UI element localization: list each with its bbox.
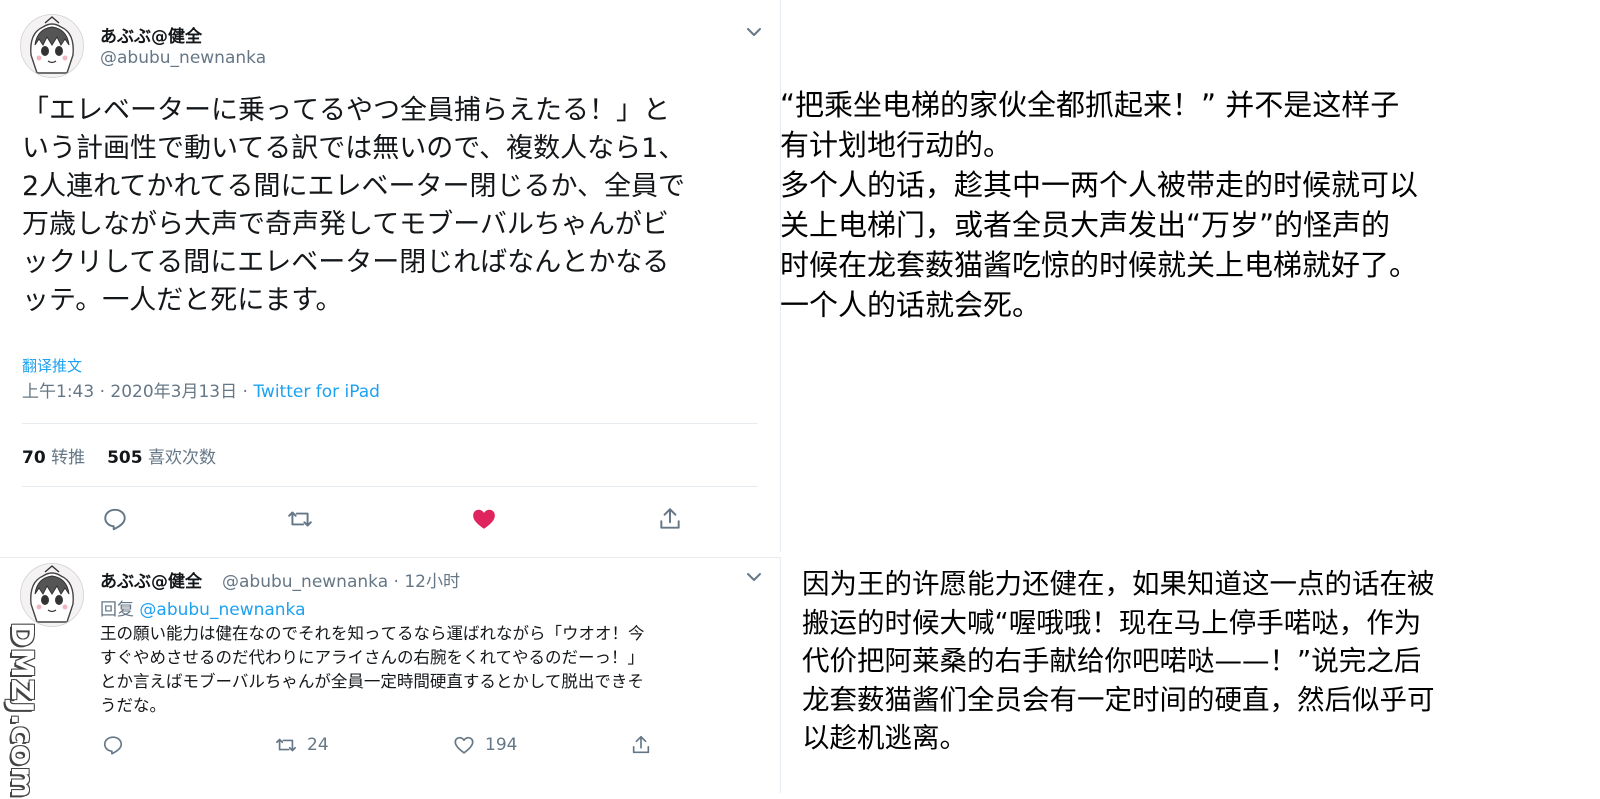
translation-block-2: 因为王的许愿能力还健在，如果知道这一点的话在被 搬运的时候大喊“喔哦哦！现在马上… [802,565,1582,758]
meta-separator: · [99,382,105,402]
reply-text-line: うだな。 [100,696,166,715]
heart-icon [454,736,474,754]
share-icon [632,735,650,754]
translation-line: 以趁机逃离。 [802,722,967,754]
avatar[interactable] [20,14,84,78]
reply-author-name[interactable]: あぶぶ@健全 [100,567,202,592]
translation-line: 代价把阿莱桑的右手献给你吧喏哒——！”说完之后 [802,645,1422,677]
meta-separator: · [393,572,399,592]
retweets-stat[interactable]: 70 转推 [22,448,85,468]
translation-line: 有计划地行动的。 [780,128,1013,162]
reply-share-button[interactable] [630,733,662,757]
heart-icon[interactable] [471,506,497,532]
translation-line: “把乘坐电梯的家伙全都抓起来！” 并不是这样子 [780,88,1400,122]
translation-line: 关上电梯门，或者全员大声发出“万岁”的怪声的 [780,208,1391,242]
divider [22,423,758,424]
tweet-meta: 上午1:43 · 2020年3月13日 · Twitter for iPad [22,377,380,402]
reply-text-line: とか言えばモブーバルちゃんが全員一定時間硬直するとかして脱出できそ [100,672,644,691]
watermark-text: DMZJ.com [4,622,39,799]
author-handle[interactable]: @abubu_newnanka [100,48,266,68]
retweet-icon[interactable] [287,506,313,532]
chevron-down-icon[interactable] [744,567,764,587]
tweet-text-line: 万歳しながら大声で奇声発してモブーバルちゃんがビ [22,209,669,240]
translation-line: 多个人的话，趁其中一两个人被带走的时候就可以 [780,168,1419,202]
meta-separator: · [242,382,248,402]
translation-block-1: “把乘坐电梯的家伙全都抓起来！” 并不是这样子 有计划地行动的。 多个人的话，趁… [780,85,1580,325]
translation-line: 时候在龙套薮猫酱吃惊的时候就关上电梯就好了。 [780,248,1419,282]
translate-tweet-link[interactable]: 翻译推文 [22,355,82,376]
tweet-text-line: 2人連れてかれてる間にエレベーター閉じるか、全員で [22,171,686,202]
tweet-text-line: ックリしてる間にエレベーター閉じればなんとかなる [22,247,670,278]
tweet-source[interactable]: Twitter for iPad [253,382,380,402]
main-tweet: あぶぶ@健全 @abubu_newnanka 「エレベーターに乗ってるやつ全員捕… [0,0,781,552]
tweet-date[interactable]: 2020年3月13日 [110,382,237,402]
translation-line: 因为王的许愿能力还健在，如果知道这一点的话在被 [802,568,1435,600]
tweet-time[interactable]: 上午1:43 [22,382,94,402]
reply-like-button[interactable]: 194 [453,733,517,757]
replying-to-mention[interactable]: @abubu_newnanka [139,600,305,620]
retweets-label: 转推 [51,448,86,468]
tweet-text-line: ッテ。一人だと死にます。 [22,285,343,316]
tweet-stats: 70 转推 505 喜欢次数 [22,443,216,468]
divider [22,486,758,487]
translation-line: 一个人的话就会死。 [780,288,1042,322]
reply-reply-button[interactable] [102,733,134,757]
share-icon[interactable] [657,506,683,532]
translation-line: 搬运的时候大喊“喔哦哦！现在马上停手喏哒，作为 [802,606,1422,639]
tweet-text-line: 「エレベーターに乗ってるやつ全員捕らえたる！」と [22,95,670,126]
reply-text-line: 王の願い能力は健在なのでそれを知ってるなら運ばれながら「ウオオ！今 [100,624,645,643]
tweet-text-line: いう計画性で動いてる訳では無いので、複数人なら1、 [22,133,686,164]
replying-to-label: 回复 [100,600,134,620]
watermark: DMZJ.com [3,622,43,799]
retweet-icon [276,738,296,752]
reply-retweets-count: 24 [307,735,329,755]
chevron-down-icon[interactable] [744,22,764,42]
reply-icon [103,736,123,755]
author-name[interactable]: あぶぶ@健全 [100,22,202,47]
reply-text: 王の願い能力は健在なのでそれを知ってるなら運ばれながら「ウオオ！今 すぐやめさせ… [100,622,760,718]
reply-icon[interactable] [102,506,128,532]
reply-retweet-button[interactable]: 24 [275,733,329,757]
likes-stat[interactable]: 505 喜欢次数 [107,448,216,468]
retweets-count: 70 [22,448,46,468]
avatar[interactable] [20,563,84,627]
reply-text-line: すぐやめさせるのだ代わりにアライさんの右腕をくれてやるのだーっ！」 [100,648,645,667]
reply-age[interactable]: 12小时 [404,572,460,592]
tweet-text: 「エレベーターに乗ってるやつ全員捕らえたる！」と いう計画性で動いてる訳では無い… [22,92,762,320]
likes-count: 505 [107,448,143,468]
translation-line: 龙套薮猫酱们全员会有一定时间的硬直，然后似乎可 [802,683,1435,716]
reply-header-meta: @abubu_newnanka · 12小时 [222,567,460,592]
likes-label: 喜欢次数 [147,448,216,468]
reply-likes-count: 194 [485,735,518,755]
replying-to: 回复 @abubu_newnanka [100,595,306,620]
reply-author-handle[interactable]: @abubu_newnanka [222,572,388,592]
